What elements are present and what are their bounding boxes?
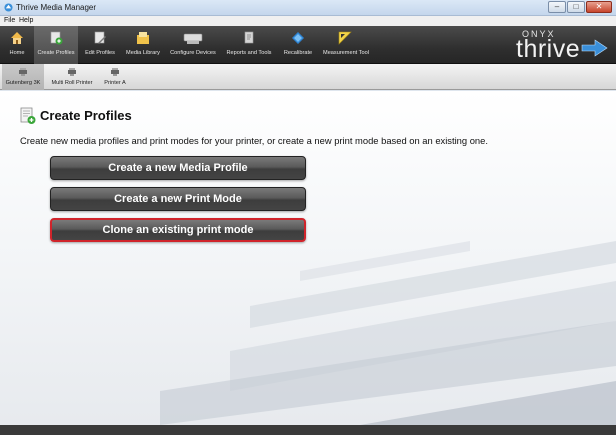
menu-help[interactable]: Help [19,17,33,24]
maximize-button[interactable]: □ [567,1,585,13]
page-title: Create Profiles [40,108,132,123]
create-print-mode-button[interactable]: Create a new Print Mode [50,187,306,211]
printer-gutenberg-3k[interactable]: Gutenberg 3K [2,64,44,90]
printer-icon [111,68,119,76]
printer-selector: Gutenberg 3K Multi Roll Printer Printer … [0,64,616,90]
edit-profiles-icon [94,31,106,44]
media-library-icon [137,32,149,44]
home-icon [11,32,23,44]
create-media-profile-button[interactable]: Create a new Media Profile [50,156,306,180]
window-controls: – □ ✕ [547,1,612,14]
minimize-button[interactable]: – [548,1,566,13]
create-profiles-icon [50,31,63,45]
measurement-tool-icon [338,31,352,45]
content-area: Create Profiles Create new media profile… [0,91,616,425]
toolbar-home[interactable]: Home [4,26,30,64]
create-profile-icon [20,107,36,124]
main-toolbar: Home Create Profiles Edit Profiles Media… [0,26,616,64]
close-button[interactable]: ✕ [586,1,612,13]
recalibrate-icon [292,32,304,44]
toolbar-configure-devices[interactable]: Configure Devices [168,26,218,64]
reports-tools-icon [244,31,254,44]
toolbar-edit-profiles[interactable]: Edit Profiles [82,26,118,64]
toolbar-recalibrate[interactable]: Recalibrate [280,26,316,64]
menu-file[interactable]: File [4,17,15,24]
menu-bar: File Help [0,16,616,26]
toolbar-create-profiles[interactable]: Create Profiles [34,26,78,64]
window-title: Thrive Media Manager [16,3,97,12]
toolbar-measurement-tool[interactable]: Measurement Tool [320,26,372,64]
toolbar-reports-tools[interactable]: Reports and Tools [223,26,275,64]
printer-icon [19,68,27,76]
onyx-thrive-logo: ONYX thrive [476,26,616,64]
printer-a[interactable]: Printer A [100,64,130,90]
status-bar [0,425,616,435]
title-bar: Thrive Media Manager – □ ✕ [0,0,616,16]
app-icon [4,3,13,12]
printer-multi-roll[interactable]: Multi Roll Printer [48,64,96,90]
arrow-logo-icon [581,39,608,57]
clone-print-mode-button[interactable]: Clone an existing print mode [50,218,306,242]
printer-icon [68,68,76,76]
toolbar-media-library[interactable]: Media Library [123,26,163,64]
page-description: Create new media profiles and print mode… [20,135,488,146]
configure-devices-icon [183,33,203,44]
